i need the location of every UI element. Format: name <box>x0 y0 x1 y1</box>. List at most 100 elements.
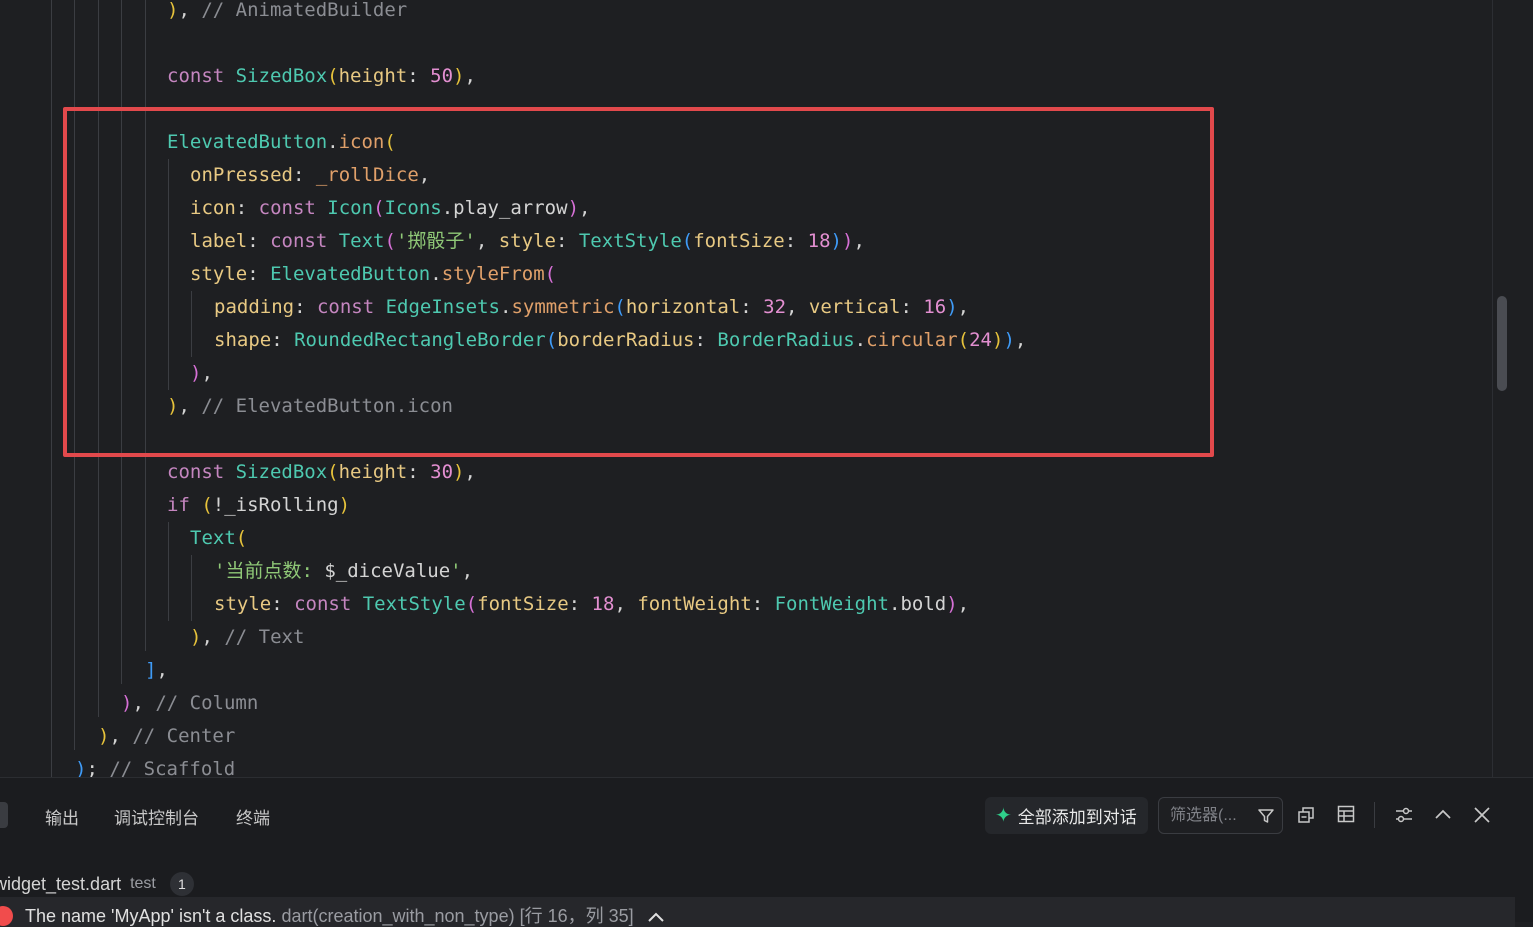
add-all-to-chat-button[interactable]: ✦ 全部添加到对话 <box>985 797 1148 834</box>
code-token: ) <box>453 65 465 87</box>
code-token: , <box>614 593 638 615</box>
close-icon[interactable] <box>1473 806 1491 824</box>
code-token: '当前点数: <box>214 560 325 582</box>
toolbar-separator <box>1374 802 1375 828</box>
code-line[interactable]: ], <box>145 654 168 687</box>
code-line[interactable]: const SizedBox(height: 30), <box>167 456 476 489</box>
code-token: ' <box>450 560 462 582</box>
code-line[interactable]: ), // AnimatedBuilder <box>167 0 407 27</box>
code-token: ) <box>338 494 351 516</box>
code-line[interactable]: ); // Scaffold <box>75 753 235 777</box>
code-token: ) <box>75 758 87 777</box>
problem-location: [行 16，列 35] <box>519 906 634 926</box>
code-token: , <box>201 626 225 648</box>
code-line[interactable]: style: const TextStyle(fontSize: 18, fon… <box>214 588 969 621</box>
code-line[interactable]: ), // Center <box>98 720 235 753</box>
code-token: // Scaffold <box>109 758 236 777</box>
code-token: ( <box>465 593 478 615</box>
code-line[interactable]: ), // Text <box>190 621 304 654</box>
code-token: SizedBox <box>235 461 328 483</box>
code-token: , <box>178 0 202 21</box>
code-token: TextStyle <box>362 593 466 615</box>
code-token: : <box>751 593 775 615</box>
code-token: 50 <box>430 65 454 87</box>
problem-file-name: widget_test.dart <box>0 873 122 894</box>
highlight-box <box>63 107 1214 457</box>
code-token: style <box>214 593 272 615</box>
error-icon <box>0 906 13 926</box>
code-token: , <box>464 65 476 87</box>
indent-guide <box>191 555 192 621</box>
tab-terminal[interactable]: 终端 <box>236 804 270 829</box>
code-token: ; <box>86 758 110 777</box>
code-line[interactable]: ), // Column <box>121 687 258 720</box>
code-token: 30 <box>430 461 454 483</box>
code-token: , <box>109 725 133 747</box>
code-token: fontWeight <box>637 593 752 615</box>
code-token: ) <box>453 461 465 483</box>
code-token: ) <box>98 725 110 747</box>
chevron-up-icon[interactable] <box>647 910 665 924</box>
code-token: ( <box>327 461 339 483</box>
problems-tab-badge[interactable] <box>0 802 8 828</box>
code-token: , <box>461 560 474 582</box>
table-view-icon[interactable] <box>1337 805 1355 823</box>
code-editor[interactable]: ), // AnimatedBuilder const SizedBox(heig… <box>0 0 1533 777</box>
code-line[interactable]: const SizedBox(height: 50), <box>167 60 476 93</box>
code-token: height <box>338 65 408 87</box>
code-token: ( <box>327 65 339 87</box>
filter-input[interactable] <box>1168 805 1257 826</box>
code-token: ( <box>201 494 213 516</box>
code-token: // Text <box>224 626 305 648</box>
code-token: ] <box>145 659 157 681</box>
bottom-panel: 输出 调试控制台 终端 ✦ 全部添加到对话 widget_test.dart t… <box>0 777 1533 927</box>
problem-file-dir: test <box>130 875 156 892</box>
collapse-all-icon[interactable] <box>1297 806 1315 824</box>
editor-scrollbar[interactable] <box>1497 296 1507 391</box>
tab-debug-console[interactable]: 调试控制台 <box>114 804 199 829</box>
settings-sliders-icon[interactable] <box>1395 806 1413 824</box>
code-token: SizedBox <box>235 65 328 87</box>
code-token: ) <box>946 593 958 615</box>
indent-guide <box>168 522 169 621</box>
code-line[interactable]: Text( <box>190 522 247 555</box>
filter-field[interactable] <box>1158 797 1283 834</box>
filter-funnel-icon[interactable] <box>1257 807 1275 825</box>
problem-source: dart(creation_with_non_type) <box>281 906 515 926</box>
code-token: : <box>568 593 592 615</box>
code-line[interactable]: if (!_isRolling) <box>167 489 350 522</box>
code-token: ) <box>190 626 202 648</box>
minimap-divider <box>1492 0 1493 777</box>
code-token: ( <box>235 527 248 549</box>
code-token: if <box>167 494 202 516</box>
problem-message: The name 'MyApp' isn't a class. <box>25 906 277 926</box>
code-line[interactable]: '当前点数: $_diceValue', <box>214 555 473 588</box>
sparkle-icon: ✦ <box>995 805 1012 827</box>
code-token: : <box>407 65 431 87</box>
code-token: 18 <box>591 593 615 615</box>
problem-file-row[interactable]: widget_test.dart test 1 <box>0 872 194 896</box>
code-token: !_isRolling <box>212 494 339 516</box>
code-token: , <box>156 659 168 681</box>
code-token: , <box>464 461 476 483</box>
problem-count-badge: 1 <box>169 872 194 896</box>
code-token: ) <box>167 0 179 21</box>
code-token: Text <box>190 527 236 549</box>
chevron-up-icon[interactable] <box>1434 806 1452 824</box>
code-token: : <box>271 593 295 615</box>
code-token: FontWeight <box>774 593 889 615</box>
tab-output[interactable]: 输出 <box>45 804 79 829</box>
add-all-to-chat-label: 全部添加到对话 <box>1017 808 1137 827</box>
code-token: const <box>167 65 236 87</box>
code-token: const <box>294 593 363 615</box>
code-token: .bold <box>889 593 947 615</box>
code-token: : <box>407 461 431 483</box>
code-token: // Column <box>155 692 259 714</box>
code-token: // AnimatedBuilder <box>201 0 408 21</box>
code-token: // Center <box>132 725 236 747</box>
problem-item[interactable]: The name 'MyApp' isn't a class. dart(cre… <box>0 897 1515 927</box>
code-token: fontSize <box>477 593 569 615</box>
code-token: $_diceValue <box>324 560 451 582</box>
code-token: , <box>132 692 156 714</box>
code-token: const <box>167 461 236 483</box>
